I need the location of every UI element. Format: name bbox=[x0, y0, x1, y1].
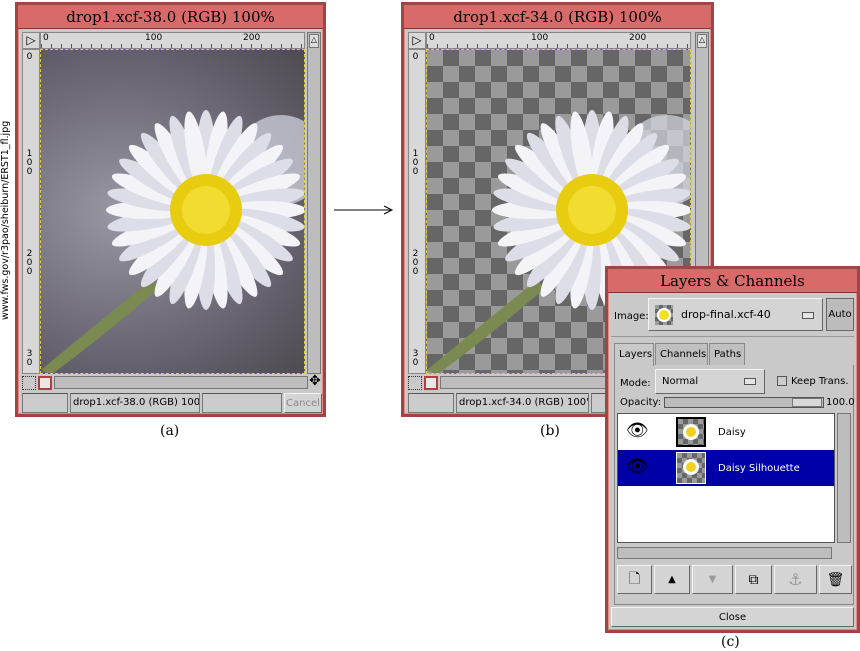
layer-list: 👁 Daisy 👁 Daisy Silhouette bbox=[617, 413, 835, 543]
tab-panel: Mode: Normal Keep Trans. Opacity: 100.0 … bbox=[614, 365, 855, 605]
ruler-label: 1 0 0 bbox=[412, 149, 419, 177]
window-title: drop1.xcf-34.0 (RGB) 100% bbox=[404, 5, 711, 29]
tab-paths[interactable]: Paths bbox=[709, 343, 745, 365]
layer-list-vscrollbar[interactable] bbox=[837, 413, 851, 543]
layer-list-hscrollbar[interactable] bbox=[617, 547, 832, 559]
image-label: Image: bbox=[614, 311, 649, 322]
ruler-label: 2 0 0 bbox=[26, 249, 33, 277]
ruler-label: 0 bbox=[412, 52, 419, 62]
close-button[interactable]: Close bbox=[611, 607, 854, 627]
ruler-label: 0 bbox=[26, 52, 33, 62]
cancel-button[interactable]: Cancel bbox=[284, 393, 322, 413]
horizontal-scrollbar[interactable] bbox=[54, 376, 308, 389]
opacity-slider[interactable] bbox=[664, 397, 824, 408]
horizontal-ruler: 0 100 200 bbox=[426, 32, 691, 49]
anchor-layer-button[interactable]: ⚓ bbox=[774, 565, 817, 594]
status-left bbox=[22, 393, 68, 413]
status-left bbox=[408, 393, 454, 413]
ruler-label: 3 0 bbox=[26, 349, 33, 368]
raise-layer-icon: ▲ bbox=[668, 574, 676, 585]
ruler-corner[interactable]: ▷ bbox=[22, 32, 40, 49]
arrow-icon bbox=[334, 205, 394, 215]
mode-value: Normal bbox=[662, 376, 699, 387]
caption-a: (a) bbox=[160, 423, 180, 439]
image-value: drop-final.xcf-40 bbox=[681, 308, 771, 321]
caption-c: (c) bbox=[721, 634, 740, 650]
keep-trans-label: Keep Trans. bbox=[791, 376, 849, 387]
image-canvas[interactable] bbox=[40, 49, 305, 374]
vertical-ruler: 0 1 0 0 2 0 0 3 0 bbox=[22, 49, 40, 374]
keep-trans-checkbox[interactable] bbox=[777, 376, 787, 386]
image-thumbnail bbox=[655, 304, 673, 325]
layer-row-selected[interactable]: 👁 Daisy Silhouette bbox=[618, 450, 834, 486]
dropdown-indicator-icon bbox=[744, 378, 756, 385]
ruler-label: 100 bbox=[145, 33, 163, 43]
layer-name: Daisy bbox=[718, 427, 746, 438]
ruler-label: 200 bbox=[629, 33, 647, 43]
eye-icon[interactable]: 👁 bbox=[626, 456, 649, 477]
window-title: drop1.xcf-38.0 (RGB) 100% bbox=[18, 5, 323, 29]
ruler-label: 0 bbox=[429, 33, 435, 43]
vertical-scrollbar[interactable]: △ bbox=[307, 32, 321, 374]
ruler-label: 0 bbox=[43, 33, 49, 43]
image-window-a: drop1.xcf-38.0 (RGB) 100% ▷ 0 100 200 0 … bbox=[15, 2, 326, 417]
ruler-label: 100 bbox=[531, 33, 549, 43]
layer-thumbnail bbox=[676, 452, 706, 484]
navigate-icon[interactable]: ✥ bbox=[309, 373, 321, 389]
vertical-ruler: 0 1 0 0 2 0 0 3 0 bbox=[408, 49, 426, 374]
opacity-label: Opacity: bbox=[620, 397, 662, 408]
ruler-label: 2 0 0 bbox=[412, 249, 419, 277]
tab-layers[interactable]: Layers bbox=[614, 343, 654, 366]
ruler-label: 1 0 0 bbox=[26, 149, 33, 177]
opacity-value: 100.0 bbox=[826, 397, 855, 408]
new-layer-icon: 🗋 bbox=[628, 570, 641, 587]
auto-button[interactable]: Auto bbox=[826, 298, 854, 331]
layer-name: Daisy Silhouette bbox=[718, 463, 800, 474]
status-bar: drop1.xcf-34.0 (RGB) 100' bbox=[456, 393, 589, 413]
duplicate-layer-icon: ⧉ bbox=[748, 571, 759, 588]
ruler-corner[interactable]: ▷ bbox=[408, 32, 426, 49]
tab-bar: Layers Channels Paths bbox=[614, 343, 854, 366]
new-layer-button[interactable]: 🗋 bbox=[617, 565, 652, 594]
quickmask-off-icon[interactable] bbox=[408, 376, 422, 390]
source-url: www.fws.gov/r3pao/sheiburn/ERST1_fl.jpg bbox=[0, 120, 11, 320]
trash-icon: 🗑 bbox=[826, 571, 845, 588]
duplicate-layer-button[interactable]: ⧉ bbox=[735, 565, 772, 594]
quickmask-on-icon[interactable] bbox=[38, 376, 52, 390]
mode-label: Mode: bbox=[620, 378, 651, 389]
image-select[interactable]: drop-final.xcf-40 bbox=[648, 298, 823, 331]
dropdown-indicator-icon bbox=[802, 312, 814, 319]
ruler-label: 3 0 bbox=[412, 349, 419, 368]
quickmask-on-icon[interactable] bbox=[424, 376, 438, 390]
status-right bbox=[202, 393, 282, 413]
status-bar: drop1.xcf-38.0 (RGB) 100 bbox=[70, 393, 200, 413]
lower-layer-icon: ▼ bbox=[708, 574, 717, 585]
raise-layer-button[interactable]: ▲ bbox=[654, 565, 690, 594]
layer-row[interactable]: 👁 Daisy bbox=[618, 414, 834, 450]
layer-thumbnail bbox=[676, 417, 706, 447]
lower-layer-button[interactable]: ▼ bbox=[692, 565, 733, 594]
caption-b: (b) bbox=[540, 423, 560, 439]
ruler-label: 200 bbox=[243, 33, 261, 43]
delete-layer-button[interactable]: 🗑 bbox=[819, 565, 852, 594]
eye-icon[interactable]: 👁 bbox=[626, 420, 649, 441]
quickmask-off-icon[interactable] bbox=[22, 376, 36, 390]
mode-select[interactable]: Normal bbox=[655, 369, 765, 394]
tab-channels[interactable]: Channels bbox=[655, 343, 708, 365]
horizontal-ruler: 0 100 200 bbox=[40, 32, 305, 49]
daisy-image bbox=[41, 110, 304, 373]
anchor-icon: ⚓ bbox=[788, 570, 803, 589]
dialog-title: Layers & Channels bbox=[608, 269, 857, 293]
layers-dialog: Layers & Channels Image: drop-final.xcf-… bbox=[605, 266, 860, 633]
